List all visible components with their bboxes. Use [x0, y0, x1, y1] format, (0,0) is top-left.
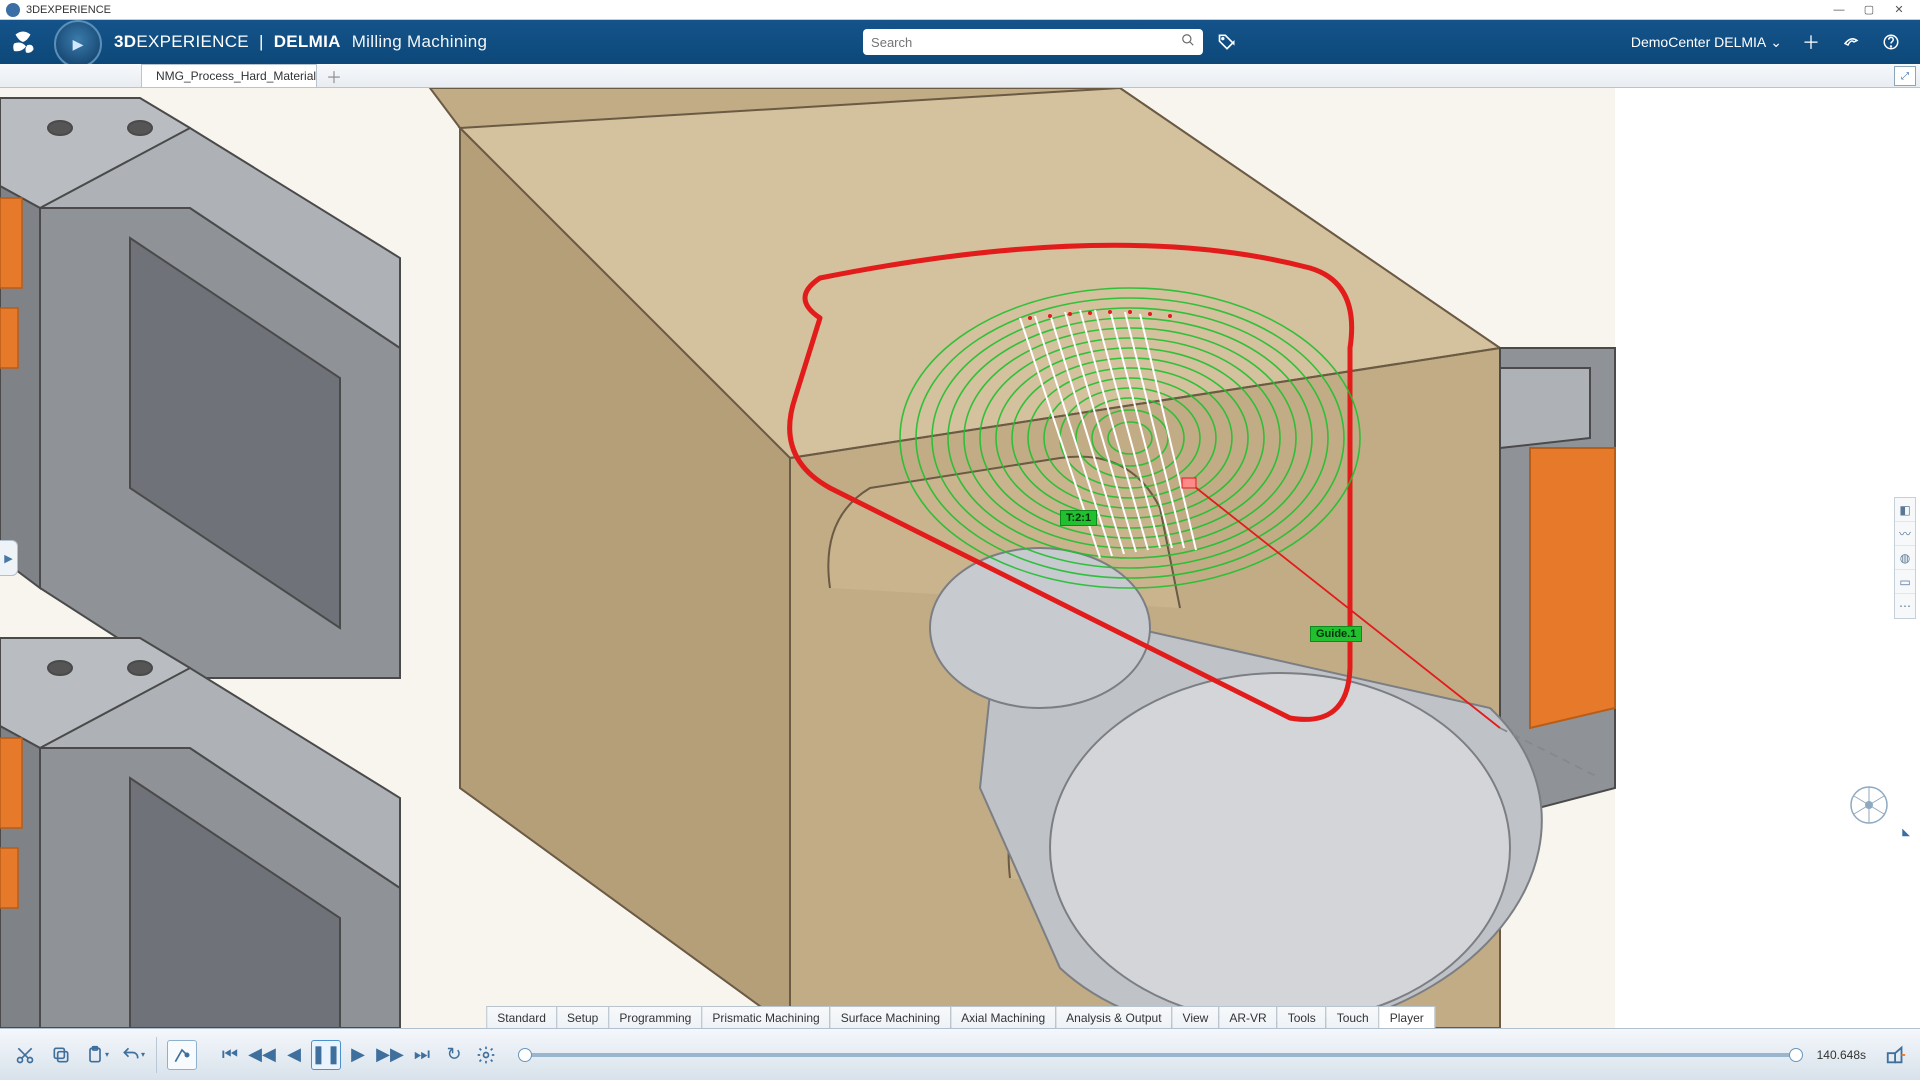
material-icon[interactable]: ◍	[1895, 546, 1915, 570]
paste-button[interactable]: ▾	[82, 1040, 112, 1070]
painter-icon[interactable]: ◧	[1895, 498, 1915, 522]
app-title: 3DEXPERIENCE	[26, 4, 1824, 16]
user-menu[interactable]: DemoCenter DELMIA ⌄	[1631, 34, 1782, 51]
viewport-3d[interactable]: T:2:1 Guide.1 ▶ ◧ 〰 ◍ ▭ ⋯ ◣ Standard Set…	[0, 88, 1920, 1028]
right-toolbox: ◧ 〰 ◍ ▭ ⋯	[1894, 497, 1916, 619]
search-input[interactable]	[871, 35, 1181, 50]
section-tabs: Standard Setup Programming Prismatic Mac…	[486, 1006, 1434, 1028]
player-controls: ⏮ ◀◀ ◀ ❚❚ ▶ ▶▶ ⏭ ↻	[215, 1037, 509, 1073]
tab-view[interactable]: View	[1172, 1006, 1220, 1028]
add-button[interactable]: ＋	[1800, 31, 1822, 53]
copy-button[interactable]	[46, 1040, 76, 1070]
tab-setup[interactable]: Setup	[556, 1006, 609, 1028]
more-icon[interactable]: ⋯	[1895, 594, 1915, 618]
maximize-button[interactable]: ▢	[1854, 1, 1884, 19]
bottom-bar: ▾ ▾ ⏮ ◀◀ ◀ ❚❚ ▶ ▶▶ ⏭ ↻ 140.648s	[0, 1028, 1920, 1080]
clipboard-group: ▾ ▾	[10, 1037, 157, 1073]
expand-arrow-button[interactable]: ◣	[1902, 827, 1910, 838]
document-tabstrip: NMG_Process_Hard_Material ＋ ⤢	[0, 64, 1920, 88]
scene-render	[0, 88, 1920, 1028]
add-tab-button[interactable]: ＋	[323, 65, 345, 87]
document-tab[interactable]: NMG_Process_Hard_Material	[141, 64, 317, 87]
play-reverse-button[interactable]: ◀	[279, 1040, 309, 1070]
settings-button[interactable]	[471, 1040, 501, 1070]
brand-label: 3DEXPERIENCE | DELMIA Milling Machining	[110, 32, 487, 52]
play-button[interactable]: ▶	[343, 1040, 373, 1070]
skip-start-button[interactable]: ⏮	[215, 1040, 245, 1070]
tab-touch[interactable]: Touch	[1326, 1006, 1380, 1028]
tab-programming[interactable]: Programming	[608, 1006, 702, 1028]
tab-player[interactable]: Player	[1379, 1006, 1435, 1028]
slider-start-handle[interactable]	[518, 1048, 532, 1062]
tab-tools[interactable]: Tools	[1277, 1006, 1327, 1028]
undo-button[interactable]: ▾	[118, 1040, 148, 1070]
step-back-button[interactable]: ◀◀	[247, 1040, 277, 1070]
mode-group	[167, 1037, 205, 1073]
help-button[interactable]	[1880, 31, 1902, 53]
probe-mode-button[interactable]	[167, 1040, 197, 1070]
step-forward-button[interactable]: ▶▶	[375, 1040, 405, 1070]
header-ribbon: 3DEXPERIENCE | DELMIA Milling Machining …	[0, 20, 1920, 64]
pause-button[interactable]: ❚❚	[311, 1040, 341, 1070]
cut-button[interactable]	[10, 1040, 40, 1070]
search-box[interactable]	[863, 29, 1203, 55]
user-label: DemoCenter DELMIA	[1631, 34, 1766, 50]
ds-logo[interactable]	[0, 20, 46, 64]
tab-surface-machining[interactable]: Surface Machining	[830, 1006, 951, 1028]
time-label: 140.648s	[1806, 1048, 1866, 1062]
window-titlebar: 3DEXPERIENCE — ▢ ✕	[0, 0, 1920, 20]
slider-end-handle[interactable]	[1789, 1048, 1803, 1062]
app-icon	[6, 3, 20, 17]
compass-launcher[interactable]	[46, 20, 110, 64]
chevron-down-icon: ⌄	[1770, 34, 1782, 51]
view-icon[interactable]: ▭	[1895, 570, 1915, 594]
tab-ar-vr[interactable]: AR-VR	[1218, 1006, 1277, 1028]
close-button[interactable]: ✕	[1884, 1, 1914, 19]
timeline-slider[interactable]: 140.648s	[519, 1048, 1872, 1062]
search-icon[interactable]	[1181, 33, 1195, 52]
tree-expand-handle[interactable]: ▶	[0, 540, 18, 576]
tab-analysis-output[interactable]: Analysis & Output	[1055, 1006, 1172, 1028]
tab-axial-machining[interactable]: Axial Machining	[950, 1006, 1056, 1028]
view-compass-icon[interactable]	[1846, 782, 1892, 828]
skip-end-button[interactable]: ⏭	[407, 1040, 437, 1070]
minimize-button[interactable]: —	[1824, 1, 1854, 19]
tag-icon[interactable]	[1217, 32, 1237, 52]
tab-standard[interactable]: Standard	[486, 1006, 557, 1028]
simulation-end-button[interactable]	[1882, 1041, 1910, 1069]
measure-icon[interactable]: 〰	[1895, 522, 1915, 546]
toolpath-label-guide: Guide.1	[1310, 626, 1362, 642]
tab-prismatic-machining[interactable]: Prismatic Machining	[701, 1006, 830, 1028]
loop-button[interactable]: ↻	[439, 1040, 469, 1070]
share-button[interactable]	[1840, 31, 1862, 53]
fullscreen-button[interactable]: ⤢	[1894, 66, 1916, 86]
toolpath-label-axis: T:2:1	[1060, 510, 1097, 526]
